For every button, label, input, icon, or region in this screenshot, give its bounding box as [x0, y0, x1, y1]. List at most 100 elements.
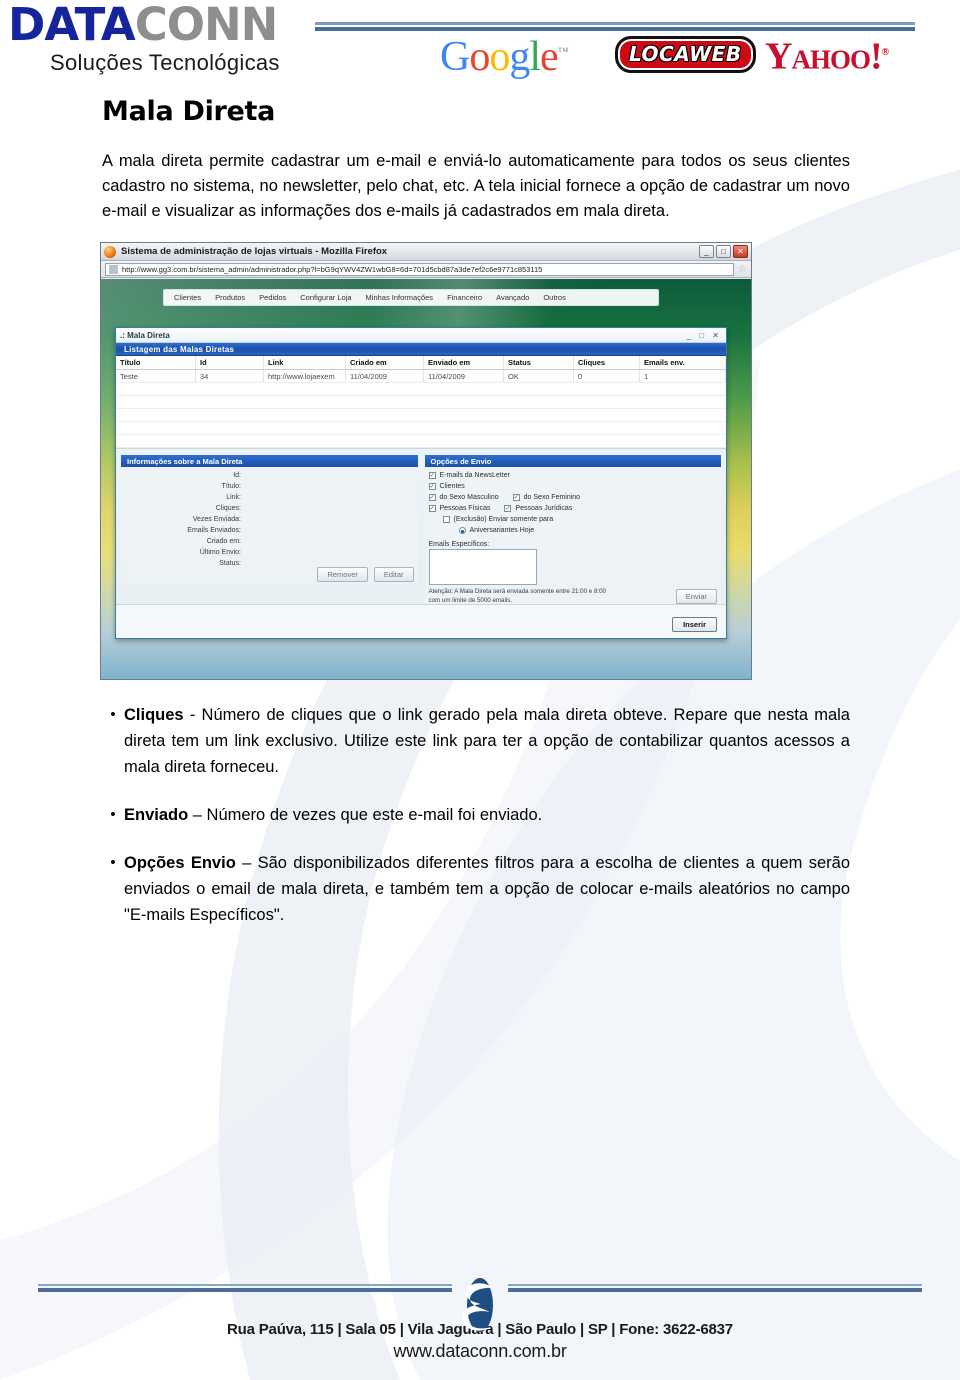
- checkbox-newsletter-label: E-mails da NewsLetter: [439, 472, 510, 479]
- checkbox-pessoas-juridicas-icon[interactable]: [504, 505, 512, 512]
- bookmark-star-icon[interactable]: ☆: [738, 264, 747, 275]
- bullet-text-cliques: Número de cliques que o link gerado pela…: [124, 706, 850, 776]
- nav-item-configurar-loja[interactable]: Configurar Loja: [300, 293, 351, 302]
- locaweb-logo: LOCAWEB: [615, 36, 756, 73]
- table-empty-row: [116, 422, 726, 435]
- favicon-icon: [109, 264, 118, 274]
- checkbox-pessoas-fisicas-label: Pessoas Físicas: [439, 505, 491, 512]
- nav-item-clientes[interactable]: Clientes: [174, 293, 201, 302]
- radio-aniversariantes-label: Aniversariantes Hoje: [469, 527, 535, 534]
- checkbox-pessoas-fisicas-icon[interactable]: [428, 505, 436, 512]
- listing-header: Listagem das Malas Diretas: [116, 343, 726, 356]
- close-button[interactable]: ✕: [733, 245, 748, 258]
- intro-section: A mala direta permite cadastrar um e-mai…: [102, 149, 850, 224]
- info-panel-header: Informações sobre a Mala Direta: [121, 455, 418, 467]
- field-label-ultimo-envio: Último Envio:: [199, 549, 241, 556]
- checkbox-newsletter-icon[interactable]: [428, 472, 436, 479]
- checkbox-newsletter-row[interactable]: E-mails da NewsLetter: [428, 470, 718, 481]
- radio-aniversariantes-row[interactable]: Aniversariantes Hoje: [458, 525, 718, 536]
- embedded-screenshot-figure: Sistema de administração de lojas virtua…: [100, 242, 752, 680]
- warning-text: Atenção: A Mala Direta será enviada some…: [428, 588, 607, 604]
- nav-item-avancado[interactable]: Avançado: [496, 293, 529, 302]
- bullet-separator: -: [183, 706, 202, 724]
- checkbox-clientes-row[interactable]: Clientes: [428, 481, 718, 492]
- inserir-button[interactable]: Inserir: [672, 617, 717, 632]
- google-logo: Google™: [440, 34, 568, 80]
- nav-item-produtos[interactable]: Produtos: [215, 293, 245, 302]
- nav-item-financeiro[interactable]: Financeiro: [447, 293, 482, 302]
- emails-especificos-input[interactable]: [428, 549, 537, 585]
- nav-item-outros[interactable]: Outros: [543, 293, 566, 302]
- cell-cliques: 0: [574, 370, 640, 382]
- cell-criado-em: 11/04/2009: [346, 370, 424, 382]
- field-label-criado-em: Criado em:: [206, 538, 241, 545]
- checkbox-exclusao-row[interactable]: (Exclusão) Enviar somente para: [442, 514, 718, 525]
- column-enviado-em: Enviado em: [424, 356, 504, 369]
- info-panel-body: Id: Título: Link: Cliques: Vezes Enviada…: [121, 467, 418, 585]
- list-item: • Opções Envio – São disponibilizados di…: [102, 850, 850, 928]
- firefox-icon: [104, 245, 116, 258]
- footer-website[interactable]: www.dataconn.com.br: [0, 1341, 960, 1362]
- checkbox-pessoas-fisicas-row[interactable]: Pessoas Físicas: [428, 503, 491, 514]
- url-input[interactable]: http://www.gg3.com.br/sistema_admin/admi…: [105, 262, 735, 276]
- enviar-button[interactable]: Enviar: [675, 589, 717, 604]
- definition-list: • Cliques - Número de cliques que o link…: [102, 702, 850, 928]
- column-id: Id: [196, 356, 264, 369]
- maximize-button[interactable]: □: [716, 245, 731, 258]
- url-text: http://www.gg3.com.br/sistema_admin/admi…: [122, 264, 543, 274]
- checkbox-masculino-icon[interactable]: [428, 494, 436, 501]
- checkbox-feminino-label: do Sexo Feminino: [523, 494, 581, 501]
- checkbox-clientes-icon[interactable]: [428, 483, 436, 490]
- checkbox-pessoas-juridicas-row[interactable]: Pessoas Jurídicas: [504, 503, 572, 514]
- nav-item-minhas-informacoes[interactable]: Minhas Informações: [366, 293, 434, 302]
- column-status: Status: [504, 356, 574, 369]
- app-window-footer: Enviar Inserir: [116, 589, 726, 638]
- options-panel-body: E-mails da NewsLetter Clientes do: [424, 467, 721, 607]
- logo-text-data: DATA: [8, 0, 136, 51]
- emails-especificos-label: Emails Específicos:: [428, 541, 490, 548]
- yahoo-logo: YAHOO!®: [765, 35, 889, 78]
- browser-window-title: Sistema de administração de lojas virtua…: [121, 246, 388, 257]
- radio-aniversariantes-icon[interactable]: [458, 527, 466, 534]
- checkbox-masculino-row[interactable]: do Sexo Masculino: [428, 492, 499, 503]
- mala-direta-table: Título Id Link Criado em Enviado em Stat…: [116, 356, 726, 449]
- app-window-controls[interactable]: _ □ ✕: [687, 331, 722, 340]
- cell-id: 34: [196, 370, 264, 382]
- table-empty-row: [116, 435, 726, 448]
- cell-status: OK: [504, 370, 574, 382]
- checkbox-exclusao-label: (Exclusão) Enviar somente para: [453, 516, 554, 523]
- bullet-separator: –: [235, 854, 258, 872]
- nav-item-pedidos[interactable]: Pedidos: [259, 293, 286, 302]
- table-empty-row: [116, 409, 726, 422]
- logo-text-conn: CONN: [134, 0, 279, 51]
- cell-link: http://www.lojaexem: [264, 370, 346, 382]
- detail-panels: Informações sobre a Mala Direta Id: Títu…: [116, 449, 726, 607]
- checkbox-feminino-row[interactable]: do Sexo Feminino: [512, 492, 581, 503]
- app-window-title: .: Mala Direta: [120, 330, 170, 340]
- cell-titulo: Teste: [116, 370, 196, 382]
- partner-logos: Google™ LOCAWEB YAHOO!®: [440, 30, 890, 80]
- list-item: • Enviado – Número de vezes que este e-m…: [102, 802, 850, 828]
- locaweb-label: LOCAWEB: [629, 42, 742, 66]
- footer-rule-left: [38, 1284, 452, 1296]
- options-panel-header: Opções de Envio: [424, 455, 721, 467]
- bullet-term-opcoes-envio: Opções Envio: [124, 854, 236, 872]
- table-row[interactable]: Teste 34 http://www.lojaexem 11/04/2009 …: [116, 370, 726, 383]
- checkbox-feminino-icon[interactable]: [512, 494, 520, 501]
- cell-emails-env: 1: [640, 370, 726, 382]
- checkbox-masculino-label: do Sexo Masculino: [439, 494, 499, 501]
- embedded-screenshot: Sistema de administração de lojas virtua…: [100, 242, 752, 680]
- bullet-marker: •: [110, 806, 116, 823]
- checkbox-exclusao-icon[interactable]: [442, 516, 450, 523]
- field-label-id: Id:: [233, 472, 241, 479]
- column-criado-em: Criado em: [346, 356, 424, 369]
- remover-button[interactable]: Remover: [317, 567, 368, 582]
- editar-button[interactable]: Editar: [373, 567, 414, 582]
- field-label-link: Link:: [226, 494, 241, 501]
- listing-title: Listagem das Malas Diretas: [124, 344, 235, 354]
- dataconn-logo: DATACONN Soluções Tecnológicas: [8, 2, 308, 82]
- minimize-button[interactable]: _: [699, 245, 714, 258]
- intro-paragraph: A mala direta permite cadastrar um e-mai…: [102, 152, 850, 220]
- mala-direta-window: .: Mala Direta _ □ ✕ Listagem das Malas …: [115, 327, 727, 639]
- document-body: Mala Direta A mala direta permite cadast…: [0, 96, 960, 950]
